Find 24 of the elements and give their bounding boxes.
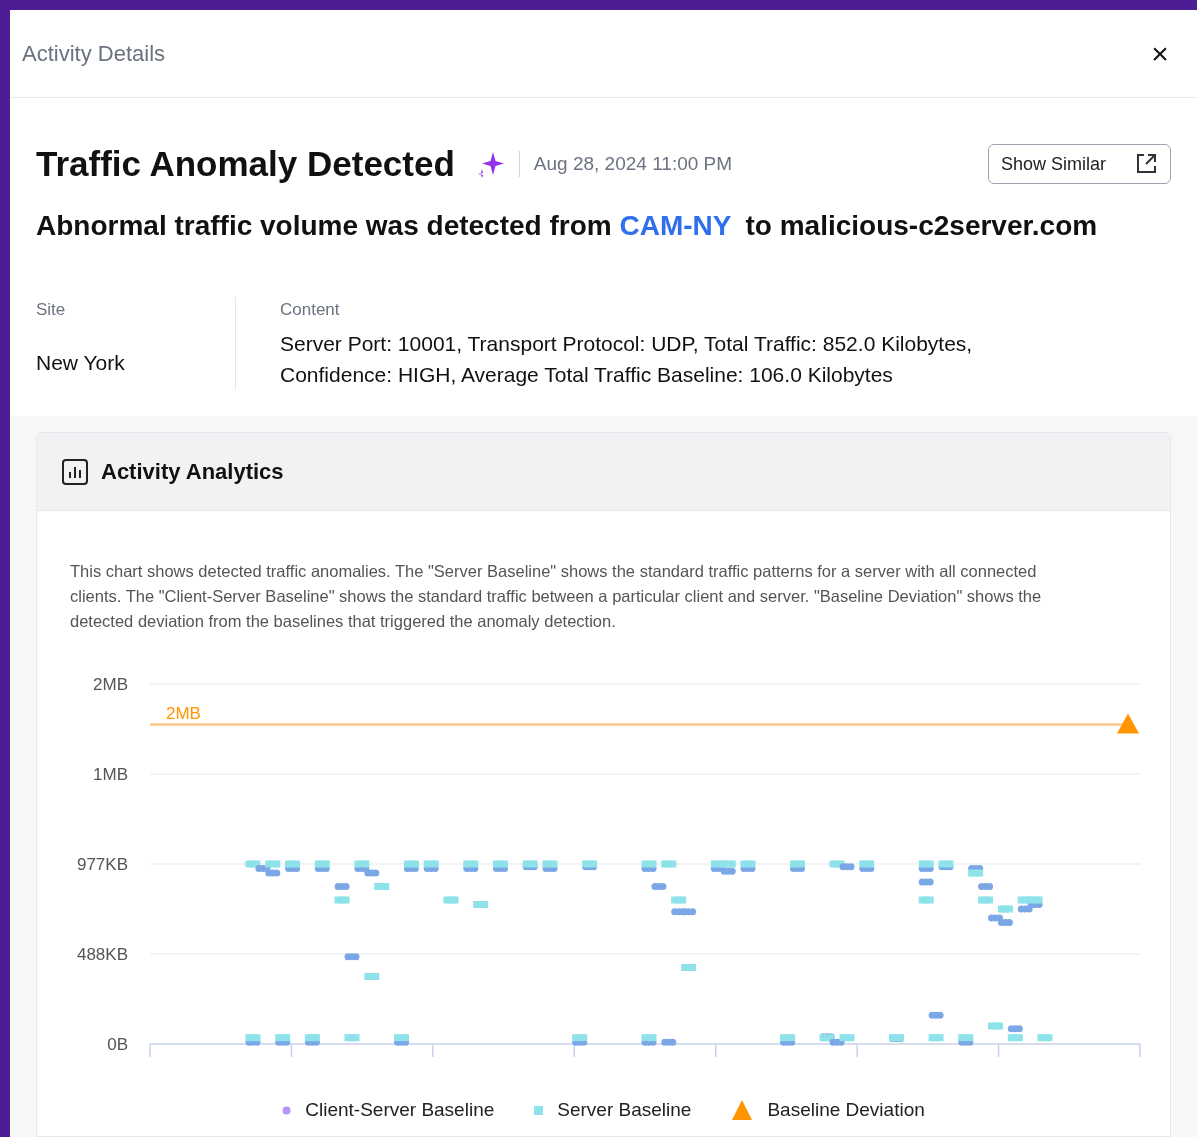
timestamp: Aug 28, 2024 11:00 PM [533, 152, 733, 176]
dialog-title: Activity Details [22, 40, 166, 68]
threshold-label: 2MB [166, 703, 201, 723]
legend-label: Server Baseline [557, 1098, 692, 1122]
field-label: Content [280, 298, 341, 321]
device-link[interactable]: CAM-NY [619, 209, 732, 241]
bar-chart-icon [61, 457, 89, 486]
show-similar-button[interactable]: Show Similar [987, 144, 1171, 185]
close-button[interactable]: × [1145, 38, 1175, 69]
chart-description: This chart shows detected traffic anomalies. The "Server Baseline" shows the standard traffic patterns for a server with all connected clients. The "Client-Server Baseline" shows the standard traffic between a particular client and server. "Baseline Deviation" shows the detected deviation from the baselines that triggered the anomaly detection. [69, 561, 1043, 632]
field-label: Site [36, 298, 67, 321]
axis-label: 488KB [76, 945, 128, 964]
section-title: Activity Analytics [101, 458, 284, 486]
alert-title: Traffic Anomaly Detected [36, 143, 455, 185]
legend-label: Client-Server Baseline [305, 1098, 495, 1122]
axis-label: 0B [107, 1035, 128, 1054]
legend-label: Baseline Deviation [767, 1098, 925, 1122]
axis-label: 1MB [93, 765, 128, 784]
axis-label: 2MB [93, 675, 128, 694]
axis-label: 977KB [76, 855, 128, 874]
deviation-marker [1117, 713, 1139, 734]
field-value: Server Port: 10001, Transport Protocol: UDP, Total Traffic: 852.0 Kilobytes, Confidence: HIGH, Average Total Traffic Baseline: 106.0 Kilobytes [280, 331, 974, 388]
alert-summary: Abnormal traffic volume was detected from CAM-NY to malicious-c2server.com [36, 208, 1099, 243]
field-value: New York [36, 350, 126, 376]
